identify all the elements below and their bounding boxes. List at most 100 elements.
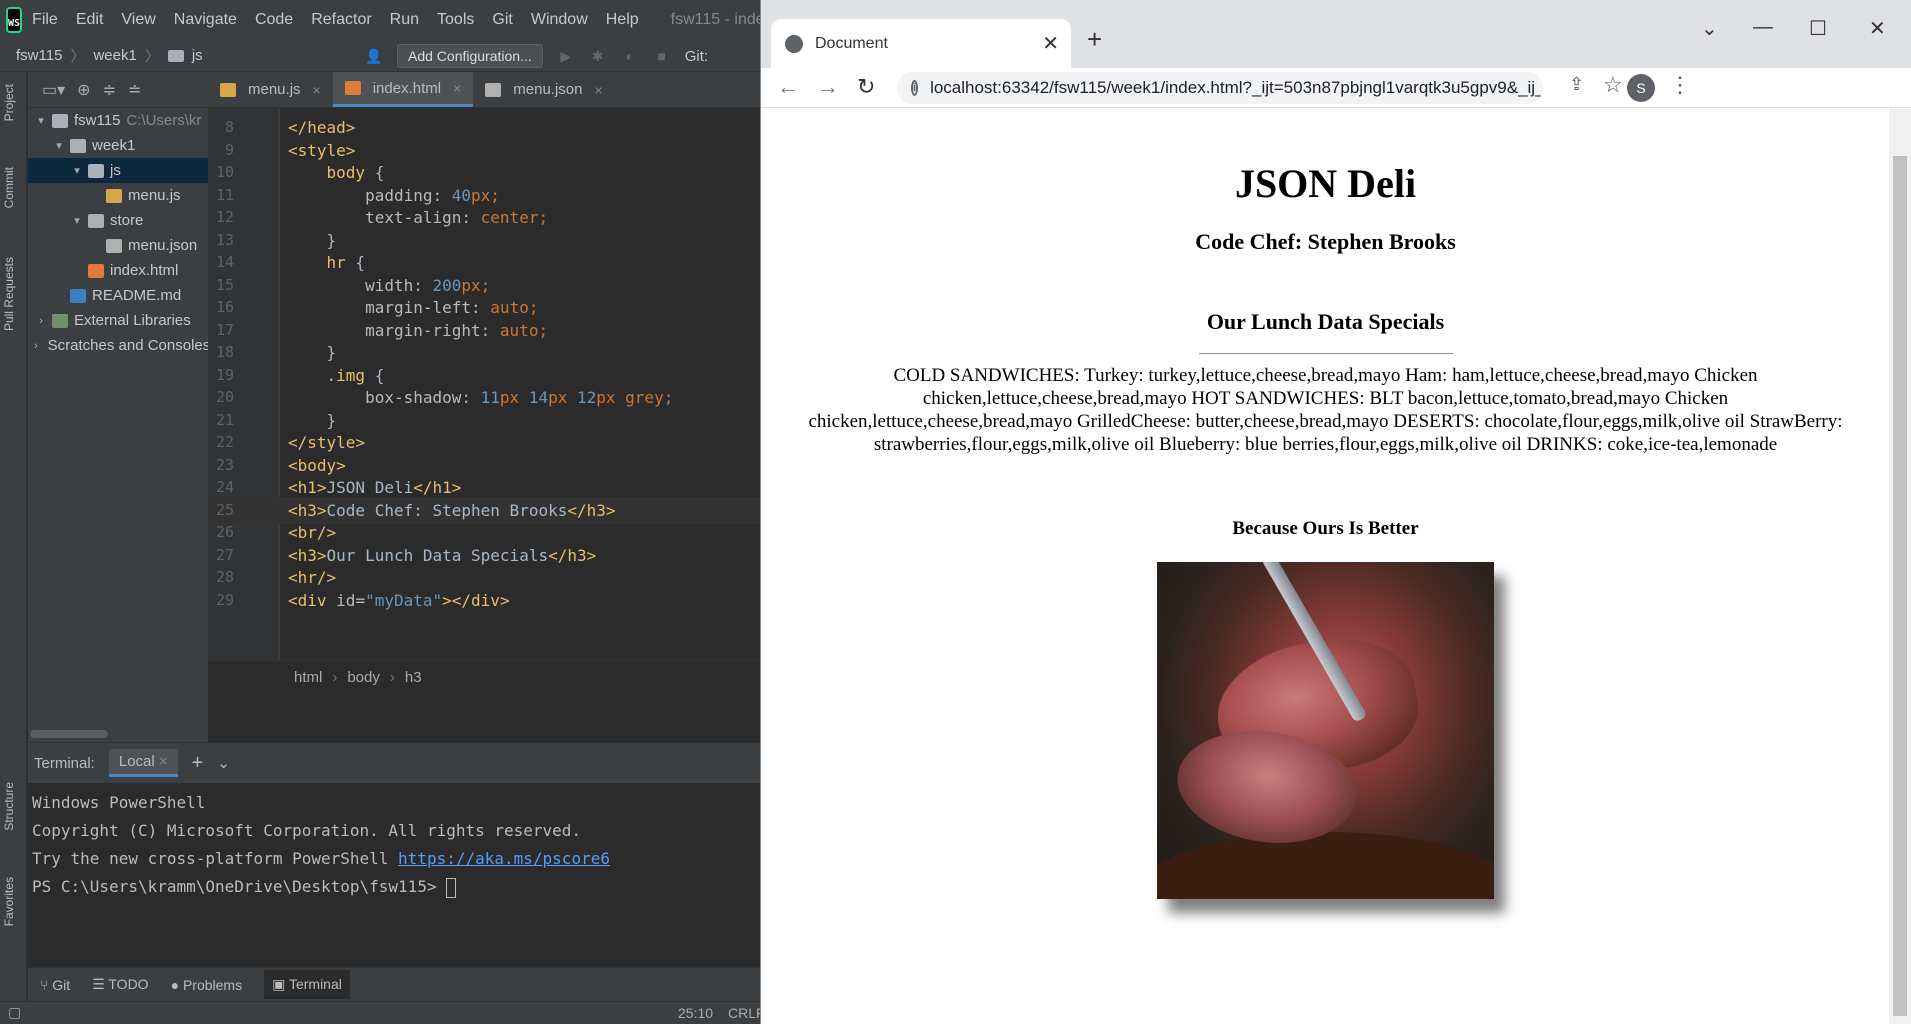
profile-avatar[interactable]: S: [1627, 74, 1655, 102]
terminal-prompt-line[interactable]: PS C:\Users\kramm\OneDrive\Desktop\fsw11…: [32, 873, 756, 901]
code-editor[interactable]: 8 </head> 9 <style> 10 body {11 padding: 40p…: [208, 108, 760, 660]
project-panel: ▭▾ ⊕ ≑ ≐ ▾ fsw115 C:\Users\kr ▾ week1 ▾ js menu…: [28, 72, 208, 742]
tree-chevron-icon[interactable]: ▾: [70, 214, 84, 227]
line-ending[interactable]: CRLF: [728, 1005, 760, 1021]
close-icon[interactable]: ×: [595, 82, 603, 98]
add-configuration-button[interactable]: Add Configuration...: [397, 44, 543, 68]
run-icon[interactable]: ▶: [557, 47, 575, 65]
tree-item-label: js: [110, 162, 121, 179]
share-icon[interactable]: ⇪: [1569, 74, 1584, 95]
user-icon[interactable]: 👤: [365, 47, 383, 65]
editor-breadcrumb-body[interactable]: body: [347, 669, 380, 686]
menu-tools[interactable]: Tools: [437, 11, 474, 29]
debug-icon[interactable]: ✱: [589, 47, 607, 65]
bookmark-star-icon[interactable]: ☆: [1603, 72, 1623, 98]
pscore6-link[interactable]: https://aka.ms/pscore6: [398, 849, 610, 868]
bottom-tab-git[interactable]: ⑂ Git: [40, 977, 70, 993]
menu-kebab-icon[interactable]: ⋮: [1669, 72, 1691, 98]
terminal-output[interactable]: Windows PowerShell Copyright (C) Microsof…: [28, 783, 760, 907]
tree-item-week1[interactable]: ▾ week1: [28, 133, 208, 158]
editor-breadcrumb-html[interactable]: html: [294, 669, 322, 686]
terminal-tab-label: Local: [118, 753, 155, 770]
back-icon[interactable]: ←: [777, 74, 799, 100]
breadcrumb-project[interactable]: fsw115: [16, 47, 62, 64]
menu-view[interactable]: View: [121, 11, 155, 29]
bottom-tab-todo[interactable]: ☰ TODO: [92, 976, 148, 993]
maximize-icon[interactable]: ☐: [1809, 16, 1827, 41]
favorites-tool-tab[interactable]: Favorites: [2, 877, 16, 926]
close-icon[interactable]: ×: [313, 82, 321, 98]
page-scrollbar[interactable]: [1889, 108, 1911, 1024]
view-selector-icon[interactable]: ▭▾: [42, 80, 65, 100]
breadcrumb: fsw115 〉 week1 〉 js: [16, 47, 203, 65]
collapse-all-icon[interactable]: ≐: [128, 80, 141, 100]
forward-icon[interactable]: →: [817, 74, 839, 100]
editor-breadcrumb-h3[interactable]: h3: [405, 669, 422, 686]
tree-chevron-icon[interactable]: ›: [34, 340, 38, 352]
menu-navigate[interactable]: Navigate: [174, 11, 237, 29]
close-tab-icon[interactable]: ✕: [1042, 31, 1059, 56]
browser-tab[interactable]: Document ✕: [771, 19, 1071, 68]
structure-tool-tab[interactable]: Structure: [2, 782, 16, 831]
chevron-down-icon[interactable]: ⌄: [217, 754, 230, 772]
tree-item-readme-md[interactable]: README.md: [28, 283, 208, 308]
coverage-icon[interactable]: ◐: [621, 47, 639, 65]
editor-tab-menu-json[interactable]: menu.json ×: [473, 72, 614, 107]
expand-all-icon[interactable]: ≑: [103, 80, 116, 100]
tree-item-js[interactable]: ▾ js: [28, 158, 208, 183]
chef-heading: Code Chef: Stephen Brooks: [1195, 229, 1456, 254]
editor-tab-index-html[interactable]: index.html ×: [332, 72, 474, 107]
new-tab-icon[interactable]: +: [1087, 24, 1102, 55]
terminal-line: Try the new cross-platform PowerShell ht…: [32, 845, 756, 873]
app-logo-icon: WS: [6, 7, 23, 33]
address-bar[interactable]: i localhost:63342/fsw115/week1/index.htm…: [897, 72, 1543, 104]
tree-chevron-icon[interactable]: ›: [34, 315, 48, 327]
folder-icon: [88, 163, 104, 178]
tree-item-scratches-and-consoles[interactable]: › Scratches and Consoles: [28, 333, 208, 358]
project-horizontal-scrollbar[interactable]: [30, 730, 108, 738]
cursor-position[interactable]: 25:10: [678, 1005, 713, 1021]
menu-window[interactable]: Window: [531, 11, 588, 29]
tree-item-store[interactable]: ▾ store: [28, 208, 208, 233]
editor-tab-menu-js[interactable]: menu.js ×: [208, 72, 333, 107]
tree-item-menu-js[interactable]: menu.js: [28, 183, 208, 208]
menu-run[interactable]: Run: [390, 11, 419, 29]
breadcrumb-js[interactable]: js: [192, 47, 203, 64]
tab-search-icon[interactable]: ⌄: [1701, 16, 1718, 41]
minimize-icon[interactable]: —: [1753, 16, 1773, 39]
tree-chevron-icon[interactable]: ▾: [52, 139, 66, 152]
menu-code[interactable]: Code: [255, 11, 293, 29]
close-icon[interactable]: ×: [453, 80, 461, 96]
status-layout-icon[interactable]: ▢: [8, 1004, 21, 1021]
terminal-tab-local[interactable]: Local ×: [108, 749, 178, 777]
pull-requests-tool-tab[interactable]: Pull Requests: [2, 257, 16, 331]
code-line[interactable]: 29 <div id="myData"></div>: [208, 587, 760, 615]
bottom-tab-problems[interactable]: ● Problems: [171, 977, 243, 993]
project-tool-tab[interactable]: Project: [2, 84, 16, 121]
site-info-icon[interactable]: i: [911, 80, 919, 96]
menu-edit[interactable]: Edit: [76, 11, 104, 29]
tree-chevron-icon[interactable]: ▾: [70, 164, 84, 177]
menu-refactor[interactable]: Refactor: [311, 11, 371, 29]
breadcrumb-week1[interactable]: week1: [93, 47, 136, 64]
tree-item-menu-json[interactable]: menu.json: [28, 233, 208, 258]
window-close-icon[interactable]: ✕: [1869, 16, 1886, 41]
url-text[interactable]: localhost:63342/fsw115/week1/index.html?…: [930, 78, 1543, 98]
page-scrollbar-thumb[interactable]: [1893, 156, 1907, 1016]
reload-icon[interactable]: ↻: [857, 74, 875, 100]
git-label[interactable]: Git:: [685, 48, 708, 65]
tree-item-fsw115[interactable]: ▾ fsw115 C:\Users\kr: [28, 108, 208, 133]
bottom-tab-terminal[interactable]: ▣ Terminal: [264, 970, 350, 999]
tree-item-external-libraries[interactable]: › External Libraries: [28, 308, 208, 333]
tree-item-index-html[interactable]: index.html: [28, 258, 208, 283]
commit-tool-tab[interactable]: Commit: [2, 167, 16, 208]
menu-file[interactable]: File: [32, 11, 58, 29]
menu-git[interactable]: Git: [492, 11, 512, 29]
globe-icon: [785, 34, 803, 53]
tree-chevron-icon[interactable]: ▾: [34, 114, 48, 127]
add-terminal-icon[interactable]: +: [192, 752, 204, 775]
locate-icon[interactable]: ⊕: [77, 80, 90, 100]
close-icon[interactable]: ×: [159, 753, 168, 770]
stop-icon[interactable]: ■: [653, 47, 671, 65]
menu-help[interactable]: Help: [606, 11, 639, 29]
